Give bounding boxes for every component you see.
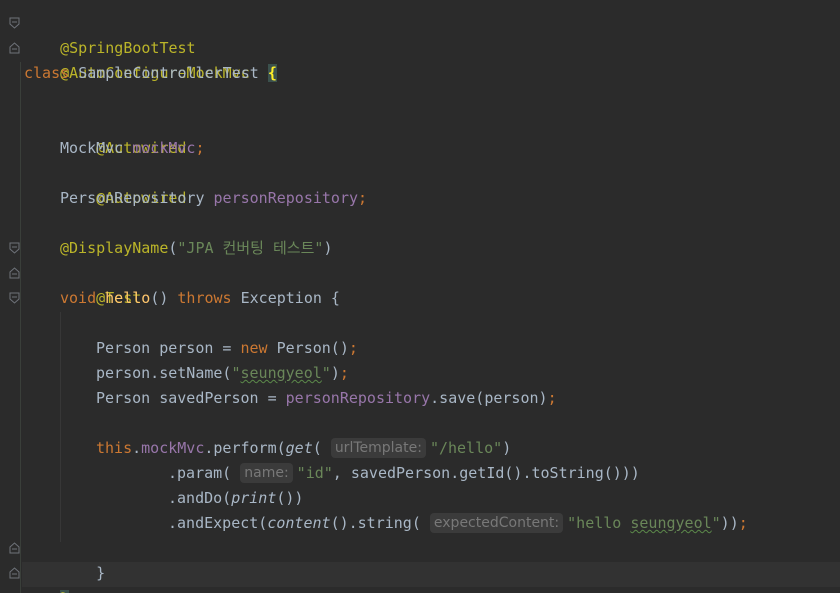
fold-end-icon[interactable] xyxy=(9,542,22,555)
code-line-3[interactable]: class SampleControllerTest { xyxy=(24,61,277,86)
exception-type: Exception { xyxy=(240,289,340,307)
method-name: hello xyxy=(105,289,151,307)
code-line-18[interactable]: this.mockMvc.perform(get( urlTemplate: "/… xyxy=(96,436,511,461)
paren: () xyxy=(150,289,169,307)
code-line-2[interactable]: @AutoConfigureMockMvc xyxy=(24,36,250,82)
static-call: print xyxy=(231,489,277,507)
code-line-21[interactable]: .andExpect(content().string( expectedCon… xyxy=(168,511,748,536)
current-line-highlight xyxy=(22,562,840,587)
fold-start-icon[interactable] xyxy=(9,242,22,255)
code-text: )) xyxy=(720,514,739,532)
semicolon: ; xyxy=(195,139,205,157)
code-line-6[interactable]: MockMvc mockMvc; xyxy=(60,136,205,161)
code-text: .save(person) xyxy=(430,389,548,407)
code-text: . xyxy=(132,439,142,457)
closing-brace: } xyxy=(96,564,106,582)
code-text: person.setName( xyxy=(96,364,232,382)
string-quote: " xyxy=(321,364,331,382)
paren: ) xyxy=(323,239,333,257)
code-text: .perform( xyxy=(204,439,286,457)
string-literal: "hello xyxy=(567,514,631,532)
annotation: @DisplayName xyxy=(60,239,169,257)
string-literal: "/hello" xyxy=(429,439,503,457)
code-line-14[interactable]: Person person = new Person(); xyxy=(96,336,358,361)
field-name: personRepository xyxy=(285,389,431,407)
semicolon: ; xyxy=(738,514,748,532)
code-text: , savedPerson.getId().toString())) xyxy=(332,464,640,482)
code-text: ) xyxy=(330,364,340,382)
field-name: mockMvc xyxy=(132,139,196,157)
string-quote: " xyxy=(231,364,241,382)
code-line-19[interactable]: .param( name: "id", savedPerson.getId().t… xyxy=(168,461,640,486)
parameter-hint: expectedContent: xyxy=(429,513,564,533)
code-text: ().string( xyxy=(330,514,421,532)
fold-end-icon[interactable] xyxy=(9,567,22,580)
parameter-hint: urlTemplate: xyxy=(330,438,426,458)
code-line-5[interactable]: @Autowired xyxy=(60,111,186,157)
matched-brace: { xyxy=(267,64,277,82)
code-text: Person savedPerson = xyxy=(96,389,286,407)
code-text: Person person = xyxy=(96,339,241,357)
paren: ( xyxy=(312,439,322,457)
code-text: ()) xyxy=(276,489,304,507)
type-name: MockMvc xyxy=(60,139,124,157)
code-text: .andExpect( xyxy=(168,514,268,532)
string-literal: "JPA 컨버팅 테스트" xyxy=(177,239,324,257)
string-literal: "id" xyxy=(296,464,333,482)
parameter-hint: name: xyxy=(240,463,293,483)
keyword: class xyxy=(24,64,70,82)
code-line-1[interactable]: @SpringBootTest xyxy=(24,11,195,57)
code-editor[interactable]: @SpringBootTest @AutoConfigureMockMvc cl… xyxy=(0,0,840,593)
code-line-10[interactable]: @DisplayName("JPA 컨버팅 테스트") xyxy=(60,236,332,261)
semicolon: ; xyxy=(547,389,557,407)
code-line-23[interactable]: } xyxy=(24,562,70,593)
fold-end-icon[interactable] xyxy=(9,267,22,280)
code-line-12[interactable]: void hello() throws Exception { xyxy=(60,286,340,311)
indent-guide xyxy=(60,312,61,542)
paren: ) xyxy=(502,439,512,457)
code-line-15[interactable]: person.setName("seungyeol"); xyxy=(96,361,349,386)
semicolon: ; xyxy=(348,339,358,357)
fold-start-icon[interactable] xyxy=(9,292,22,305)
static-call: get xyxy=(285,439,313,457)
type-name: PersonRepository xyxy=(60,189,205,207)
code-line-22[interactable]: } xyxy=(60,536,105,582)
static-call: content xyxy=(267,514,331,532)
field-name: mockMvc xyxy=(141,439,205,457)
code-text: .param( xyxy=(168,464,232,482)
code-text: .andDo( xyxy=(168,489,232,507)
code-text: Person() xyxy=(267,339,349,357)
class-name: SampleControllerTest xyxy=(78,64,259,82)
code-line-16[interactable]: Person savedPerson = personRepository.sa… xyxy=(96,386,557,411)
string-quote: " xyxy=(711,514,721,532)
code-line-8[interactable]: PersonRepository personRepository; xyxy=(60,186,367,211)
code-line-7[interactable]: @Autowired xyxy=(60,161,186,207)
fold-start-icon[interactable] xyxy=(9,17,22,30)
string-literal: seungyeol xyxy=(240,364,322,382)
semicolon: ; xyxy=(339,364,349,382)
string-literal: seungyeol xyxy=(630,514,712,532)
keyword: this xyxy=(96,439,133,457)
gutter-separator xyxy=(20,62,21,593)
fold-end-icon[interactable] xyxy=(9,42,22,55)
semicolon: ; xyxy=(358,189,368,207)
keyword: new xyxy=(240,339,268,357)
code-line-11[interactable]: @Test xyxy=(60,261,141,307)
keyword: void xyxy=(60,289,97,307)
code-line-20[interactable]: .andDo(print()) xyxy=(168,486,303,511)
field-name: personRepository xyxy=(213,189,359,207)
keyword: throws xyxy=(177,289,232,307)
